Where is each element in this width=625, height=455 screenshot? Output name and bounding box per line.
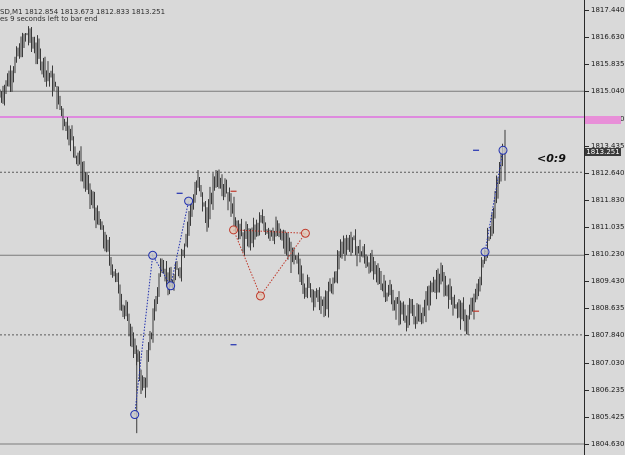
price-tick-label: 1807.030 [591,358,625,367]
pattern-point-marker [300,228,310,238]
price-tick-label: 1815.040 [591,87,625,96]
price-tick-mark [585,172,589,174]
price-tick-mark [585,10,589,11]
price-tick-mark [585,389,589,391]
price-tick-label: 1815.835 [591,60,625,69]
price-tick-mark [585,91,589,93]
alert-price-label [585,116,621,124]
price-tick-mark [585,200,589,202]
price-chart-window[interactable]: SD,M1 1812.854 1813.673 1812.833 1813.25… [0,0,625,455]
price-tick-mark [585,281,589,283]
price-tick-label: 1809.430 [591,277,625,286]
price-tick-label: 1808.635 [591,304,625,313]
price-tick-mark [585,254,589,256]
pattern-point-marker [255,291,265,301]
price-tick-mark [585,64,589,66]
pattern-point-marker [130,410,140,420]
pattern-point-marker [498,145,508,155]
price-tick-label: 1806.235 [591,385,625,394]
price-tick-mark [585,227,589,228]
price-tick-label: 1817.440 [591,6,625,14]
pattern-point-marker [148,250,158,260]
price-tick-mark [585,145,589,147]
price-tick-label: 1807.840 [591,331,625,340]
pattern-point-marker [229,225,239,235]
pattern-point-marker [480,247,490,257]
bar-countdown-label: <0:9 [537,152,566,165]
bar-timer-info: es 9 seconds left to bar end [0,15,98,23]
price-tick-mark [585,335,589,337]
price-tick-mark [585,37,589,39]
price-tick-label: 1811.830 [591,196,625,205]
candles-group [0,26,503,398]
price-tick-label: 1816.630 [591,33,625,42]
price-tick-mark [585,444,589,445]
bid-price-label: 1813.251 [585,148,621,156]
price-tick-mark [585,417,589,419]
price-tick-mark [585,362,589,364]
pattern-point-marker [184,196,194,206]
price-tick-label: 1812.640 [591,168,625,177]
price-tick-mark [585,308,589,310]
price-tick-label: 1804.630 [591,440,625,448]
price-scale[interactable]: 1817.4401816.6301815.8351815.0401814.230… [584,0,625,455]
price-tick-label: 1805.425 [591,413,625,422]
price-tick-label: 1810.230 [591,250,625,259]
pattern-point-marker [166,281,176,291]
price-tick-label: 1811.035 [591,223,625,231]
candlestick-plot-area[interactable] [0,0,584,455]
pattern-line-blue [484,150,504,252]
